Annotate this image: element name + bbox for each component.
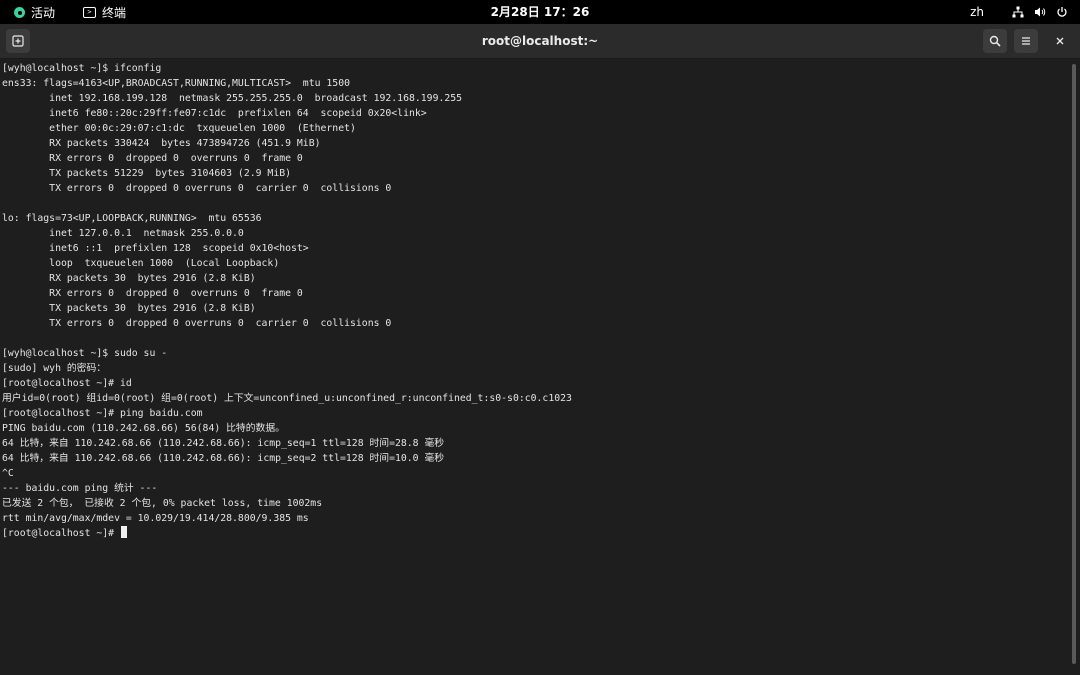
network-icon[interactable] xyxy=(1012,6,1024,18)
input-method-indicator[interactable]: zh xyxy=(970,5,984,19)
volume-icon[interactable] xyxy=(1034,6,1046,18)
close-button[interactable] xyxy=(1048,29,1072,53)
terminal-line: RX packets 30 bytes 2916 (2.8 KiB) xyxy=(2,273,256,284)
scrollbar-thumb[interactable] xyxy=(1072,64,1076,664)
terminal-line: [wyh@localhost ~]$ ifconfig xyxy=(2,63,162,74)
terminal-line: TX errors 0 dropped 0 overruns 0 carrier… xyxy=(2,318,392,329)
terminal-line: inet 127.0.0.1 netmask 255.0.0.0 xyxy=(2,228,244,239)
terminal-output[interactable]: [wyh@localhost ~]$ ifconfig ens33: flags… xyxy=(0,59,1068,675)
activities-label: 活动 xyxy=(31,5,56,20)
scrollbar[interactable] xyxy=(1070,60,1078,670)
top-bar: 活动 > 终端 2月28日 17：26 zh xyxy=(0,0,1080,24)
search-icon xyxy=(989,35,1001,47)
terminal-line: TX errors 0 dropped 0 overruns 0 carrier… xyxy=(2,183,392,194)
terminal-prompt-line[interactable]: [root@localhost ~]# xyxy=(2,526,127,541)
terminal-line: ether 00:0c:29:07:c1:dc txqueuelen 1000 … xyxy=(2,123,356,134)
window-title: root@localhost:~ xyxy=(481,34,599,48)
hamburger-menu-icon xyxy=(1022,37,1030,45)
terminal-line: inet6 ::1 prefixlen 128 scopeid 0x10<hos… xyxy=(2,243,309,254)
terminal-line: 已发送 2 个包， 已接收 2 个包, 0% packet loss, time… xyxy=(2,498,323,509)
terminal-line: inet6 fe80::20c:29ff:fe07:c1dc prefixlen… xyxy=(2,108,427,119)
activities-button[interactable]: 活动 xyxy=(14,4,55,21)
terminal-line: TX packets 30 bytes 2916 (2.8 KiB) xyxy=(2,303,256,314)
activities-icon xyxy=(14,6,25,18)
terminal-line: loop txqueuelen 1000 (Local Loopback) xyxy=(2,258,280,269)
text-cursor xyxy=(120,526,127,538)
terminal-line: TX packets 51229 bytes 3104603 (2.9 MiB) xyxy=(2,168,292,179)
terminal-line: lo: flags=73<UP,LOOPBACK,RUNNING> mtu 65… xyxy=(2,213,262,224)
terminal-line: 用户id=0(root) 组id=0(root) 组=0(root) 上下文=u… xyxy=(2,393,572,404)
window-titlebar[interactable]: root@localhost:~ xyxy=(0,24,1080,59)
terminal-line: ens33: flags=4163<UP,BROADCAST,RUNNING,M… xyxy=(2,78,350,89)
new-tab-icon xyxy=(12,35,24,47)
terminal-line: 64 比特，来自 110.242.68.66 (110.242.68.66): … xyxy=(2,438,445,449)
terminal-line: [root@localhost ~]# id xyxy=(2,378,132,389)
terminal-line: --- baidu.com ping 统计 --- xyxy=(2,483,158,494)
app-menu-button[interactable]: > 终端 xyxy=(83,4,126,21)
prompt-text: [root@localhost ~]# xyxy=(2,528,120,539)
terminal-line: RX packets 330424 bytes 473894726 (451.9… xyxy=(2,138,321,149)
terminal-line: RX errors 0 dropped 0 overruns 0 frame 0 xyxy=(2,288,303,299)
terminal-line: inet 192.168.199.128 netmask 255.255.255… xyxy=(2,93,463,104)
power-icon[interactable] xyxy=(1056,6,1068,18)
clock[interactable]: 2月28日 17：26 xyxy=(0,0,1080,24)
search-button[interactable] xyxy=(983,29,1007,53)
close-icon xyxy=(1056,37,1064,45)
app-name-label: 终端 xyxy=(102,5,127,20)
terminal-line: [root@localhost ~]# ping baidu.com xyxy=(2,408,203,419)
terminal-line: [sudo] wyh 的密码： xyxy=(2,363,107,374)
terminal-line: rtt min/avg/max/mdev = 10.029/19.414/28.… xyxy=(2,513,309,524)
terminal-line: PING baidu.com (110.242.68.66) 56(84) 比特… xyxy=(2,423,285,434)
terminal-line: 64 比特，来自 110.242.68.66 (110.242.68.66): … xyxy=(2,453,445,464)
menu-button[interactable] xyxy=(1014,29,1038,53)
terminal-line: RX errors 0 dropped 0 overruns 0 frame 0 xyxy=(2,153,303,164)
terminal-line: ^C xyxy=(2,468,14,479)
terminal-icon: > xyxy=(83,6,97,18)
terminal-line: [wyh@localhost ~]$ sudo su - xyxy=(2,348,168,359)
new-tab-button[interactable] xyxy=(6,29,30,53)
